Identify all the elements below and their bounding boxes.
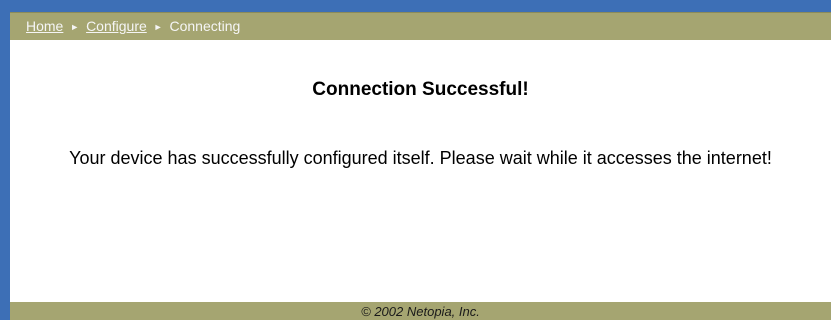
window-top-edge	[0, 0, 831, 12]
page-title: Connection Successful!	[312, 79, 529, 100]
breadcrumb-configure-link[interactable]: Configure	[86, 18, 147, 34]
breadcrumb-home-link[interactable]: Home	[26, 18, 63, 34]
breadcrumb: Home ► Configure ► Connecting	[26, 18, 240, 34]
footer-bar: © 2002 Netopia, Inc.	[10, 302, 831, 320]
main-content: Connection Successful! Your device has s…	[10, 40, 831, 302]
status-message: Your device has successfully configured …	[69, 148, 772, 168]
breadcrumb-bar: Home ► Configure ► Connecting	[10, 12, 831, 40]
copyright-text: © 2002 Netopia, Inc.	[361, 304, 480, 319]
window-left-edge	[0, 0, 10, 320]
breadcrumb-separator-icon: ►	[153, 22, 163, 32]
breadcrumb-separator-icon: ►	[70, 22, 80, 32]
browser-page: Home ► Configure ► Connecting Connection…	[0, 0, 831, 320]
breadcrumb-current: Connecting	[169, 18, 241, 34]
